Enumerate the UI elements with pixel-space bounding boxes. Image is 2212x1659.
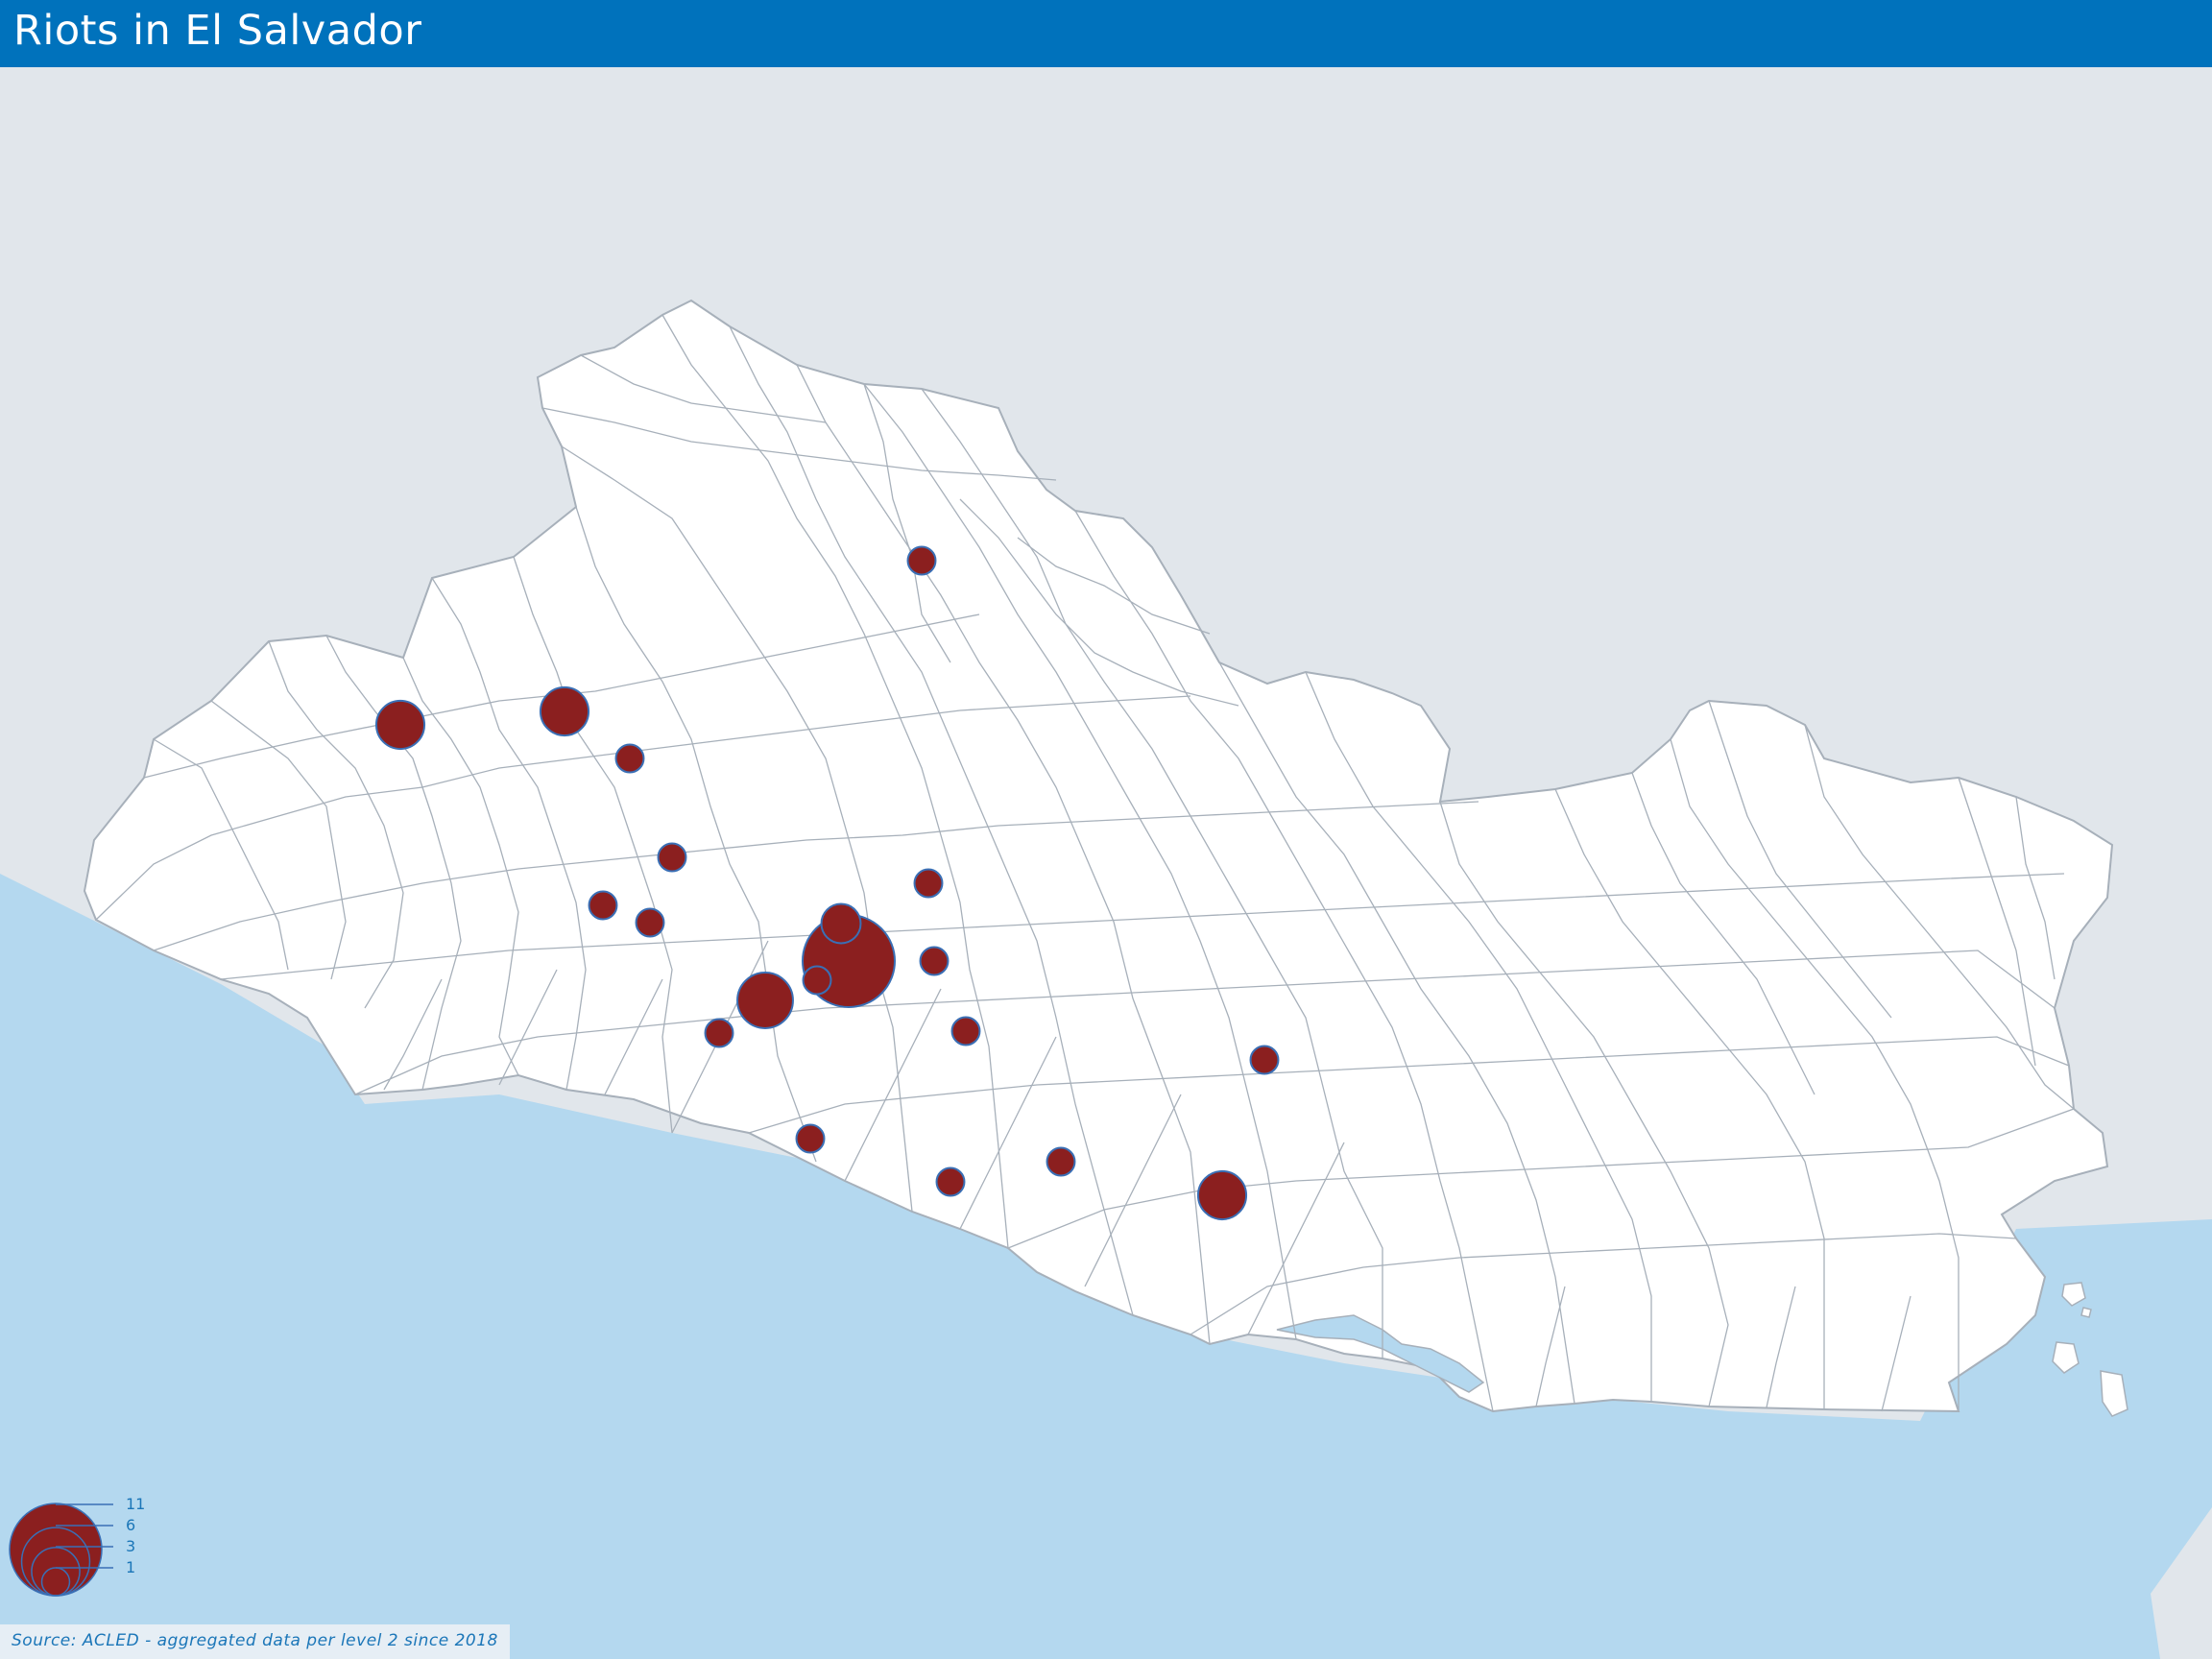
legend-label: 6: [126, 1516, 135, 1534]
riot-bubble[interactable]: [906, 545, 937, 576]
riot-bubble[interactable]: [935, 1166, 966, 1197]
riot-bubble[interactable]: [657, 842, 687, 873]
riot-bubble[interactable]: [1046, 1146, 1076, 1177]
riot-bubble[interactable]: [704, 1018, 734, 1048]
riot-bubble[interactable]: [820, 902, 862, 945]
riot-bubble[interactable]: [588, 890, 618, 921]
riot-bubble[interactable]: [795, 1123, 826, 1154]
riot-bubble[interactable]: [614, 743, 645, 774]
riot-bubble[interactable]: [539, 685, 590, 737]
map-canvas[interactable]: 11 6 3 1: [0, 67, 2212, 1659]
map-title: Riots in El Salvador: [13, 7, 422, 55]
riot-bubble[interactable]: [913, 868, 944, 899]
source-note: Source: ACLED - aggregated data per leve…: [0, 1624, 510, 1659]
riot-bubble[interactable]: [802, 965, 832, 996]
title-bar: Riots in El Salvador: [0, 0, 2212, 67]
riot-bubble[interactable]: [635, 907, 665, 938]
riot-bubble[interactable]: [950, 1016, 981, 1046]
island-small: [2080, 1307, 2092, 1318]
legend-label: 11: [126, 1495, 145, 1513]
riot-bubble[interactable]: [919, 946, 950, 976]
riot-bubble[interactable]: [374, 699, 426, 751]
riot-bubble[interactable]: [1249, 1045, 1280, 1075]
riot-bubble[interactable]: [736, 972, 794, 1029]
legend-label: 1: [126, 1558, 135, 1576]
riot-bubble[interactable]: [1196, 1169, 1248, 1221]
legend-label: 3: [126, 1537, 135, 1555]
